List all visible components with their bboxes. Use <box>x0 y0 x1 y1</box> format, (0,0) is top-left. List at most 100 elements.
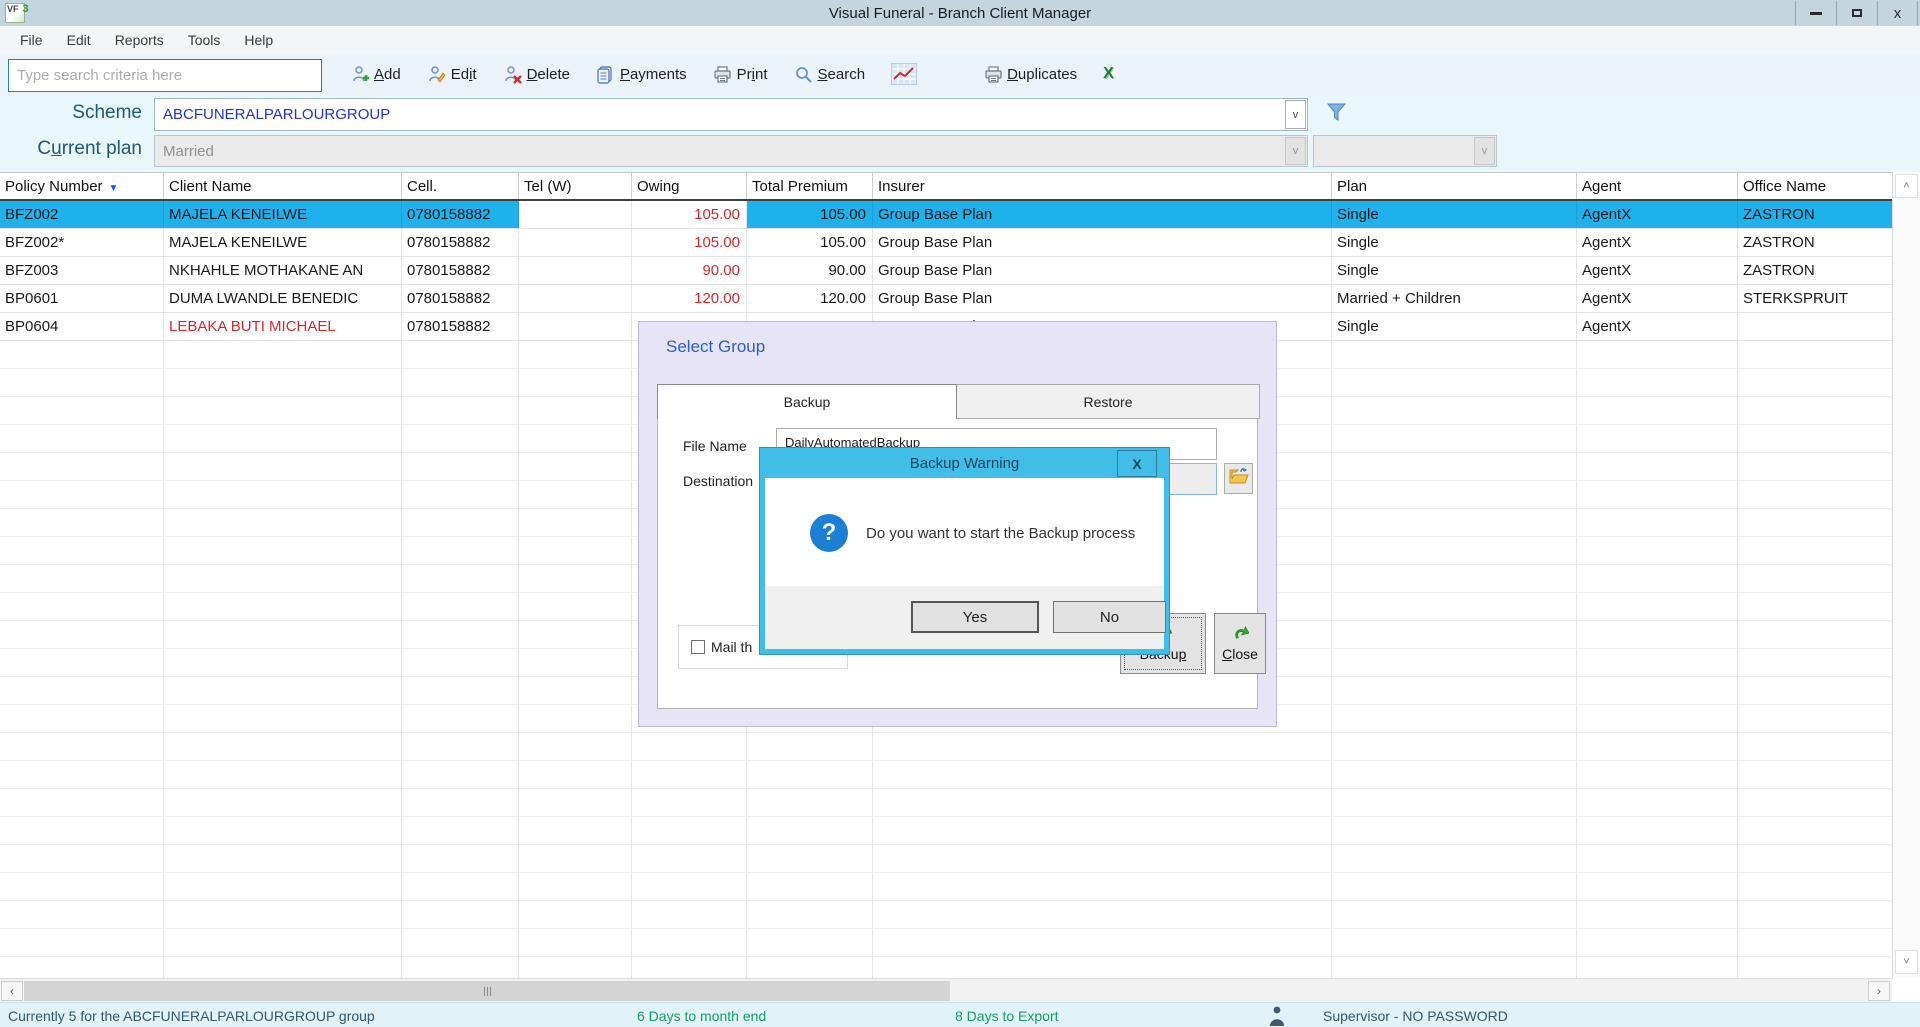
empty-cell <box>1577 341 1738 368</box>
no-button[interactable]: No <box>1053 601 1166 633</box>
empty-cell <box>873 789 1332 816</box>
column-header-owing[interactable]: Owing <box>632 173 747 199</box>
scroll-right-icon[interactable]: › <box>1868 981 1890 1001</box>
empty-cell <box>1577 509 1738 536</box>
horizontal-scrollbar[interactable]: ‹ › <box>0 978 1892 1002</box>
title-bar: VF3 Visual Funeral - Branch Client Manag… <box>0 0 1920 26</box>
column-header-insurer[interactable]: Insurer <box>873 173 1332 199</box>
status-count-text: Currently 5 for the ABCFUNERALPARLOURGRO… <box>8 1008 375 1024</box>
empty-cell <box>164 509 402 536</box>
filter-funnel-icon[interactable] <box>1324 100 1349 130</box>
empty-cell <box>1738 649 1892 676</box>
vertical-scrollbar[interactable]: ˄ ˅ <box>1892 172 1920 978</box>
table-cell-plan: Single <box>1332 257 1577 284</box>
column-header-client-name[interactable]: Client Name <box>164 173 402 199</box>
column-header-total-premium[interactable]: Total Premium <box>747 173 873 199</box>
empty-cell <box>1332 901 1577 928</box>
empty-cell <box>0 677 164 704</box>
empty-cell <box>164 901 402 928</box>
duplicates-button[interactable]: Duplicates <box>983 64 1077 84</box>
dropdown-arrow-icon: v <box>1474 137 1495 165</box>
chart-icon[interactable] <box>891 63 917 85</box>
menu-reports[interactable]: Reports <box>103 28 176 52</box>
table-cell-office <box>1738 313 1892 340</box>
menu-help[interactable]: Help <box>232 28 285 52</box>
close-button[interactable]: x <box>1877 1 1918 25</box>
browse-folder-button[interactable] <box>1224 463 1253 494</box>
scroll-up-icon[interactable]: ˄ <box>1895 174 1918 198</box>
table-row[interactable]: BFZ003NKHAHLE MOTHAKANE AN078015888290.0… <box>0 257 1892 285</box>
table-cell-policy: BFZ002 <box>0 201 164 228</box>
secondary-combobox[interactable]: v <box>1313 135 1497 167</box>
tab-restore[interactable]: Restore <box>956 384 1260 419</box>
edit-button[interactable]: Edit <box>427 64 477 84</box>
print-icon <box>713 64 733 84</box>
payments-button[interactable]: Payments <box>596 64 687 84</box>
toolbar: Add Edit Delete Payments Print <box>0 53 1920 95</box>
close-icon: x <box>1894 5 1902 22</box>
user-silhouette-icon <box>1267 1005 1287 1027</box>
table-row[interactable]: BP0601DUMA LWANDLE BENEDIC0780158882120.… <box>0 285 1892 313</box>
restore-icon <box>1852 9 1862 17</box>
empty-cell <box>1738 397 1892 424</box>
empty-cell <box>1332 481 1577 508</box>
menu-edit[interactable]: Edit <box>55 28 103 52</box>
empty-cell <box>1738 817 1892 844</box>
yes-button[interactable]: Yes <box>911 601 1039 633</box>
current-plan-combobox[interactable]: Married v <box>154 135 1308 167</box>
empty-table-row <box>0 817 1892 845</box>
column-header-cell[interactable]: Cell. <box>402 173 519 199</box>
empty-cell <box>519 397 632 424</box>
empty-cell <box>1332 621 1577 648</box>
checkbox-icon[interactable] <box>691 640 705 654</box>
table-row[interactable]: BFZ002MAJELA KENEILWE0780158882105.00105… <box>0 201 1892 229</box>
table-cell-owing: 120.00 <box>632 285 747 312</box>
empty-cell <box>632 929 747 956</box>
close-dialog-button[interactable]: Close <box>1214 613 1266 674</box>
excel-icon[interactable]: X <box>1103 65 1114 83</box>
mail-backup-label: Mail th <box>711 639 752 655</box>
empty-cell <box>0 425 164 452</box>
column-header-tel-w[interactable]: Tel (W) <box>519 173 632 199</box>
add-button[interactable]: Add <box>350 64 401 84</box>
empty-cell <box>632 957 747 978</box>
menu-file[interactable]: File <box>8 28 55 52</box>
search-button[interactable]: Search <box>794 64 866 84</box>
column-header-plan[interactable]: Plan <box>1332 173 1577 199</box>
empty-cell <box>402 957 519 978</box>
print-button[interactable]: Print <box>713 64 768 84</box>
empty-cell <box>1332 817 1577 844</box>
column-header-office-name[interactable]: Office Name <box>1738 173 1892 199</box>
warning-close-button[interactable]: X <box>1117 450 1157 477</box>
delete-button[interactable]: Delete <box>503 64 570 84</box>
table-cell-office: ZASTRON <box>1738 201 1892 228</box>
empty-cell <box>164 621 402 648</box>
empty-table-row <box>0 901 1892 929</box>
scroll-down-icon[interactable]: ˅ <box>1895 950 1918 974</box>
empty-cell <box>747 733 873 760</box>
restore-button[interactable] <box>1836 1 1877 25</box>
search-input[interactable] <box>8 59 322 92</box>
empty-cell <box>0 929 164 956</box>
scrollbar-thumb[interactable] <box>24 981 950 1001</box>
destination-label: Destination <box>683 473 753 489</box>
scheme-combobox[interactable]: ABCFUNERALPARLOURGROUP v <box>154 98 1308 131</box>
table-row[interactable]: BFZ002*MAJELA KENEILWE0780158882105.0010… <box>0 229 1892 257</box>
empty-cell <box>519 341 632 368</box>
empty-cell <box>1332 369 1577 396</box>
empty-cell <box>164 481 402 508</box>
empty-cell <box>0 565 164 592</box>
table-cell-policy: BFZ003 <box>0 257 164 284</box>
scroll-left-icon[interactable]: ‹ <box>1 981 23 1001</box>
column-header-agent[interactable]: Agent <box>1577 173 1738 199</box>
tab-backup[interactable]: Backup <box>657 384 957 419</box>
column-header-policy-number[interactable]: Policy Number▼ <box>0 173 164 199</box>
empty-cell <box>519 677 632 704</box>
menu-tools[interactable]: Tools <box>176 28 233 52</box>
empty-cell <box>1332 957 1577 978</box>
minimize-icon <box>1810 12 1822 15</box>
minimize-button[interactable] <box>1795 1 1836 25</box>
table-cell-policy: BP0604 <box>0 313 164 340</box>
dropdown-arrow-icon[interactable]: v <box>1285 100 1306 129</box>
empty-cell <box>519 761 632 788</box>
